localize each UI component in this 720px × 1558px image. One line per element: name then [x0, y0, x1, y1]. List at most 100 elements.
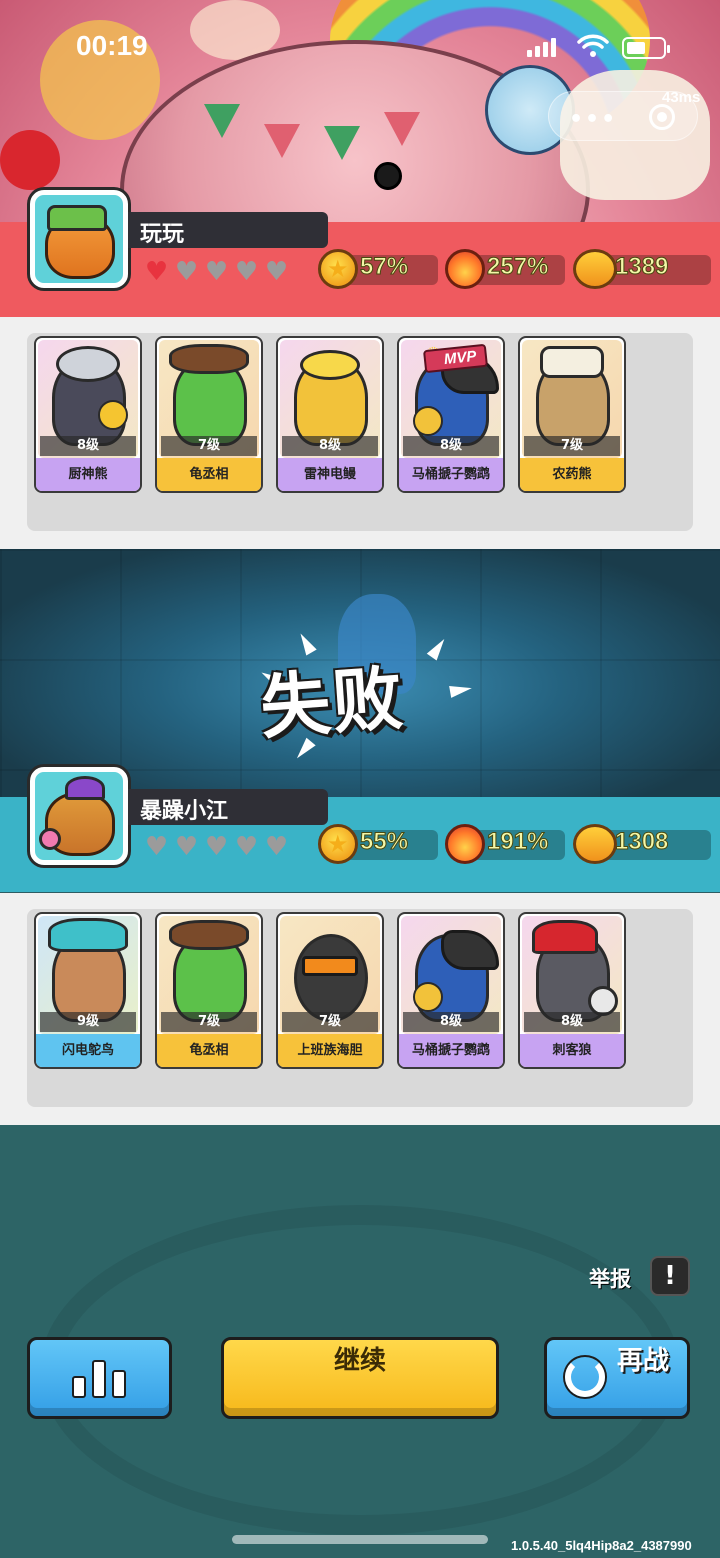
more-menu-icon[interactable]: ••• — [569, 107, 617, 132]
rematch-button[interactable]: 再战 — [544, 1337, 690, 1419]
report-label[interactable]: 举报 — [589, 1263, 631, 1293]
flame-gem-icon — [445, 249, 485, 289]
hero-card[interactable]: 8级 马桶搋子鹦鹉 — [397, 912, 505, 1069]
hero-level: 8级 — [403, 1012, 499, 1032]
hero-level: 7级 — [524, 436, 620, 456]
status-time: 00:19 — [76, 30, 148, 61]
wing-decoration — [413, 406, 443, 436]
hero-name: 上班族海胆 — [278, 1034, 382, 1067]
win-rate-value: 55% — [359, 828, 409, 856]
heart-empty-icon: ♥ — [174, 832, 199, 862]
heart-empty-icon: ♥ — [234, 832, 259, 862]
trophy-value: 1308 — [614, 828, 669, 856]
result-title: 失败 — [257, 657, 408, 749]
heart-filled-icon: ♥ — [144, 257, 169, 287]
heart-empty-icon: ♥ — [204, 257, 229, 287]
lives-hearts: ♥ ♥ ♥ ♥ ♥ — [143, 257, 290, 287]
office-urchin-art — [294, 934, 368, 1022]
wing-decoration — [413, 982, 443, 1012]
hero-list: 9级 闪电鸵鸟 7级 龟丞相 7级 上班族海胆 8级 马桶搋子鹦鹉 8级 刺客狼 — [34, 912, 626, 1069]
defeat-banner: 失败 — [0, 549, 720, 797]
avatar[interactable] — [30, 767, 128, 865]
hero-name: 龟丞相 — [157, 458, 261, 491]
hero-level: 8级 — [403, 436, 499, 456]
hero-name: 农药熊 — [520, 458, 624, 491]
heart-empty-icon: ♥ — [204, 832, 229, 862]
ping-readout: 43ms — [662, 89, 701, 106]
version-string: 1.0.5.40_5lq4Hip8a2_4387990 — [511, 1538, 692, 1553]
lives-hearts: ♥ ♥ ♥ ♥ ♥ — [143, 832, 290, 862]
avatar[interactable] — [30, 190, 128, 288]
trophy-icon — [573, 824, 617, 864]
bar-chart-icon — [72, 1358, 132, 1398]
bunting-flag — [264, 124, 300, 158]
player-bar-self: 玩玩 ♥ ♥ ♥ ♥ ♥ 57% 257% 1389 — [0, 190, 720, 317]
hero-card[interactable]: 7级 龟丞相 — [155, 336, 263, 493]
hero-card[interactable]: 7级 上班族海胆 — [276, 912, 384, 1069]
hero-card[interactable]: 7级 龟丞相 — [155, 912, 263, 1069]
wifi-icon — [577, 34, 609, 57]
hero-level: 8级 — [40, 436, 136, 456]
hero-lineup-self: 8级 厨神熊 7级 龟丞相 8级 雷神电鳗 8级 马桶搋子鹦鹉 7级 农药熊 M… — [0, 317, 720, 549]
hood-decoration — [532, 920, 598, 954]
exclamation-icon[interactable]: ! — [650, 1256, 690, 1296]
hero-level: 7级 — [161, 1012, 257, 1032]
hero-name: 龟丞相 — [157, 1034, 261, 1067]
hat-decoration — [169, 920, 249, 950]
player-name: 暴躁小江 — [140, 799, 229, 824]
creature-eye — [374, 162, 402, 190]
hero-card[interactable]: 9级 闪电鸵鸟 — [34, 912, 142, 1069]
heart-empty-icon: ♥ — [264, 257, 289, 287]
heart-empty-icon: ♥ — [234, 257, 259, 287]
feather-hair-decoration — [48, 918, 128, 952]
hero-level: 7级 — [161, 436, 257, 456]
helmet-decoration — [300, 350, 360, 380]
beak-decoration — [441, 930, 499, 970]
hero-name: 刺客狼 — [520, 1034, 624, 1067]
rematch-label: 再战 — [616, 1346, 669, 1376]
balloon-decoration — [0, 130, 60, 190]
hat-decoration — [169, 344, 249, 374]
heart-empty-icon: ♥ — [144, 832, 169, 862]
hero-card[interactable]: 8级 雷神电鳗 — [276, 336, 384, 493]
hero-card[interactable]: 8级 刺客狼 — [518, 912, 626, 1069]
hero-name: 马桶搋子鹦鹉 — [399, 1034, 503, 1067]
hero-name: 雷神电鳗 — [278, 458, 382, 491]
continue-label: 继续 — [333, 1346, 386, 1376]
win-rate-value: 57% — [359, 253, 409, 281]
bunting-flag — [204, 104, 240, 138]
player-bar-opponent: 暴躁小江 ♥ ♥ ♥ ♥ ♥ 55% 191% 1308 — [0, 767, 720, 892]
player-name: 玩玩 — [140, 222, 185, 247]
continue-button[interactable]: 继续 — [221, 1337, 499, 1419]
donut-decoration — [39, 828, 61, 850]
hero-name: 厨神熊 — [36, 458, 140, 491]
glasses-decoration — [302, 956, 358, 976]
battery-icon — [622, 37, 670, 59]
hero-card[interactable]: 7级 农药熊 — [518, 336, 626, 493]
star-coin-icon — [318, 824, 358, 864]
damage-value: 191% — [486, 828, 549, 856]
bunting-flag — [324, 126, 360, 160]
hero-level: 8级 — [282, 436, 378, 456]
hazmat-hood-decoration — [540, 346, 604, 378]
hero-level: 9级 — [40, 1012, 136, 1032]
bunting-flag — [384, 112, 420, 146]
flame-gem-icon — [445, 824, 485, 864]
trophy-icon — [573, 249, 617, 289]
pineapple-decoration — [98, 400, 128, 430]
hero-card[interactable]: 8级 厨神熊 — [34, 336, 142, 493]
close-miniprogram-icon[interactable] — [649, 104, 675, 130]
hero-lineup-opponent: 9级 闪电鸵鸟 7级 龟丞相 7级 上班族海胆 8级 马桶搋子鹦鹉 8级 刺客狼 — [0, 893, 720, 1125]
heart-empty-icon: ♥ — [264, 832, 289, 862]
home-indicator — [232, 1535, 488, 1544]
helmet-decoration — [56, 346, 120, 382]
heart-empty-icon: ♥ — [174, 257, 199, 287]
stats-button[interactable] — [27, 1337, 172, 1419]
damage-value: 257% — [486, 253, 549, 281]
hero-list: 8级 厨神熊 7级 龟丞相 8级 雷神电鳗 8级 马桶搋子鹦鹉 7级 农药熊 — [34, 336, 626, 493]
hero-level: 8级 — [524, 1012, 620, 1032]
hero-name: 马桶搋子鹦鹉 — [399, 458, 503, 491]
hero-name: 闪电鸵鸟 — [36, 1034, 140, 1067]
hat-decoration — [47, 205, 107, 231]
star-coin-icon — [318, 249, 358, 289]
